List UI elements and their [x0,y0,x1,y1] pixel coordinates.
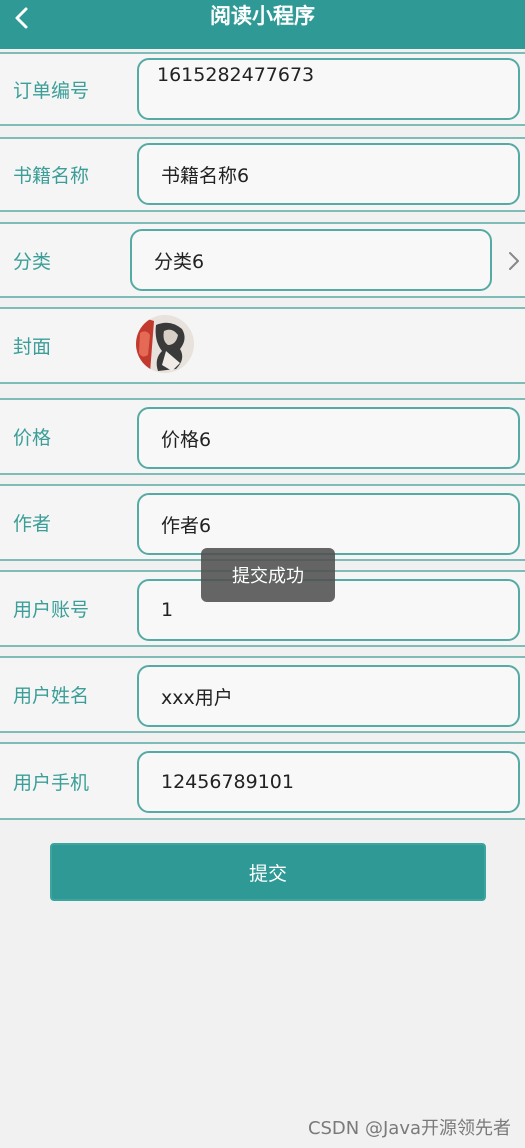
category-label: 分类 [13,250,52,273]
user-name-input[interactable]: xxx用户 [137,665,520,727]
header-bar: 阅读小程序 [0,0,525,49]
success-toast: 提交成功 [201,548,335,602]
author-label: 作者 [13,513,52,535]
form-row-user-name: 用户姓名 xxx用户 [0,656,525,733]
user-name-label: 用户姓名 [13,685,90,707]
submit-button[interactable]: 提交 [50,843,486,901]
watermark: CSDN @Java开源领先者 [307,1118,511,1139]
author-input[interactable]: 作者6 [137,493,520,555]
form-row-order-no: 订单编号 1615282477673 [0,52,525,126]
form-row-user-phone: 用户手机 12456789101 [0,742,525,820]
user-phone-input[interactable]: 12456789101 [137,751,520,813]
book-name-input[interactable]: 书籍名称6 [137,143,520,205]
book-name-label: 书籍名称 [13,165,90,187]
order-no-label: 订单编号 [13,79,90,102]
page-title: 阅读小程序 [210,4,315,28]
user-phone-label: 用户手机 [13,771,90,794]
category-select[interactable]: 分类6 [130,229,492,291]
form-row-cover: 封面 [0,307,525,384]
cover-image[interactable] [136,315,194,373]
user-account-label: 用户账号 [13,599,90,621]
order-no-input[interactable]: 1615282477673 [137,58,520,120]
price-label: 价格 [13,427,52,449]
book-cover-thumbnail [136,315,194,373]
form-row-price: 价格 价格6 [0,398,525,475]
chevron-right-icon[interactable] [507,251,521,271]
form-row-category: 分类 分类6 [0,222,525,298]
form-row-book-name: 书籍名称 书籍名称6 [0,137,525,212]
price-input[interactable]: 价格6 [137,407,520,469]
cover-label: 封面 [13,336,52,358]
